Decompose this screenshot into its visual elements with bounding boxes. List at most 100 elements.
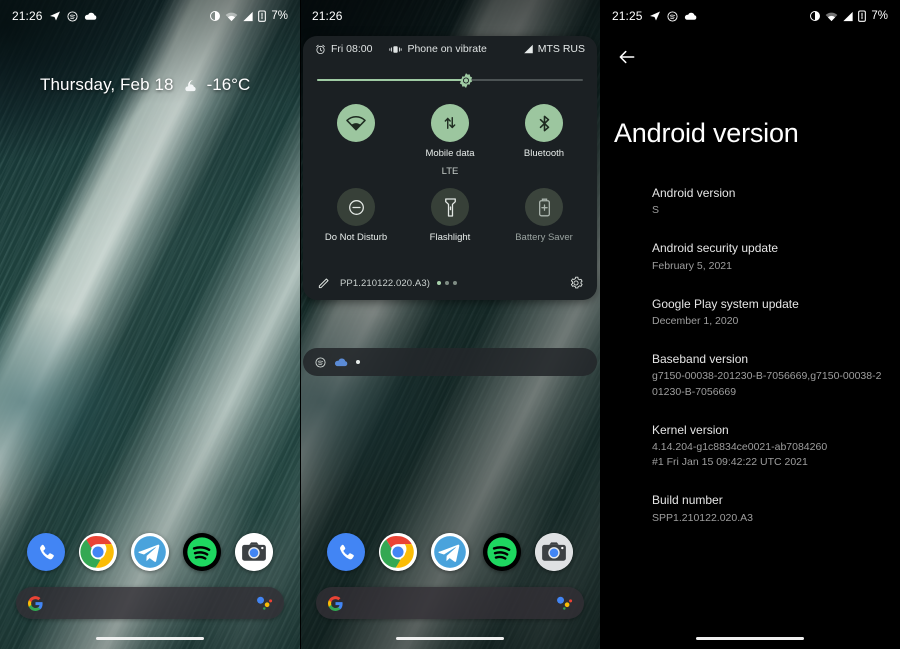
nav-gesture-handle[interactable] bbox=[96, 637, 204, 640]
row-title: Kernel version bbox=[652, 422, 729, 437]
dock-icon-phone[interactable] bbox=[27, 533, 65, 571]
notification-overflow-dot bbox=[356, 360, 360, 364]
tile-flashlight[interactable]: Flashlight bbox=[403, 188, 497, 266]
status-bar-home: 21:26 7% bbox=[0, 0, 300, 32]
vibrate-icon bbox=[389, 44, 403, 55]
google-assistant-icon[interactable] bbox=[255, 595, 273, 611]
google-search-bar[interactable] bbox=[316, 587, 584, 619]
page-dot[interactable] bbox=[445, 281, 450, 285]
row-title: Android security update bbox=[652, 241, 779, 256]
row-title: Google Play system update bbox=[652, 296, 799, 311]
status-bar-left: 21:25 bbox=[612, 9, 697, 23]
status-bar-right: 7% bbox=[809, 10, 888, 22]
list-item[interactable]: Baseband version g7150-00038-201230-B-70… bbox=[652, 351, 886, 400]
brightness-icon[interactable] bbox=[457, 72, 474, 89]
tile-mobile-data-circle[interactable] bbox=[431, 104, 469, 142]
signal-icon bbox=[242, 11, 254, 22]
alarm-icon bbox=[315, 44, 326, 55]
do-not-disturb-icon bbox=[209, 10, 221, 22]
tile-mobile-data[interactable]: Mobile data LTE bbox=[403, 104, 497, 182]
status-bar-settings: 21:25 7% bbox=[600, 0, 900, 32]
list-item[interactable]: Android security update February 5, 2021 bbox=[652, 240, 886, 273]
brightness-fill bbox=[317, 79, 466, 81]
dock-icon-telegram[interactable] bbox=[431, 533, 469, 571]
tile-do-not-disturb-circle[interactable] bbox=[337, 188, 375, 226]
dock-icon-telegram[interactable] bbox=[131, 533, 169, 571]
alarm-text: Fri 08:00 bbox=[331, 43, 373, 55]
gear-icon[interactable] bbox=[569, 276, 583, 290]
row-title: Build number bbox=[652, 493, 723, 508]
android-version-list: Android version S Android security updat… bbox=[652, 185, 886, 548]
shade-header: Fri 08:00 Phone on vibrate MTS RUS bbox=[303, 36, 597, 62]
tile-bluetooth[interactable]: Bluetooth bbox=[497, 104, 591, 182]
tile-do-not-disturb[interactable]: Do Not Disturb bbox=[309, 188, 403, 266]
dock-icon-spotify[interactable] bbox=[483, 533, 521, 571]
vibrate-battery-icon bbox=[858, 10, 867, 22]
dock-icon-spotify[interactable] bbox=[183, 533, 221, 571]
google-search-bar[interactable] bbox=[16, 587, 284, 619]
status-bar-left: 21:26 bbox=[12, 9, 97, 23]
tile-mobile-data-sub: LTE bbox=[441, 165, 459, 177]
dock-icon-camera[interactable] bbox=[235, 533, 273, 571]
quick-settings-shade: Fri 08:00 Phone on vibrate MTS RUS Mobil… bbox=[303, 36, 597, 300]
shade-header-right: MTS RUS bbox=[523, 43, 585, 55]
bluetooth-icon bbox=[539, 115, 549, 131]
wifi-icon bbox=[825, 11, 838, 22]
list-item[interactable]: Android version S bbox=[652, 185, 886, 218]
page-dot[interactable] bbox=[437, 281, 442, 285]
status-bar-quick-settings: 21:26 bbox=[300, 0, 600, 32]
cloud-icon bbox=[84, 11, 97, 21]
wifi-icon bbox=[346, 116, 366, 131]
do-not-disturb-icon bbox=[348, 199, 364, 215]
dock-icon-phone[interactable] bbox=[327, 533, 365, 571]
panel-divider-1 bbox=[300, 0, 301, 649]
dock-icon-camera[interactable] bbox=[535, 533, 573, 571]
tile-flashlight-circle[interactable] bbox=[431, 188, 469, 226]
home-temperature-text: -16°C bbox=[206, 75, 251, 94]
panel-android-version: 21:25 7% Android version Android version… bbox=[600, 0, 900, 649]
pencil-icon[interactable] bbox=[317, 276, 331, 290]
status-bar-clock: 21:26 bbox=[12, 9, 43, 23]
tile-bluetooth-circle[interactable] bbox=[525, 104, 563, 142]
ringer-text: Phone on vibrate bbox=[407, 43, 487, 55]
settings-screen: 21:25 7% Android version Android version… bbox=[600, 0, 900, 649]
panel-divider-2 bbox=[600, 0, 601, 649]
quick-settings-tiles: Mobile data LTE Bluetooth Do Not Disturb bbox=[303, 92, 597, 266]
list-item[interactable]: Google Play system update December 1, 20… bbox=[652, 296, 886, 329]
notification-strip[interactable] bbox=[303, 348, 597, 376]
list-item[interactable]: Build number SPP1.210122.020.A3 bbox=[652, 492, 886, 525]
google-g-icon bbox=[327, 595, 344, 612]
cloud-icon bbox=[684, 11, 697, 21]
tile-battery-saver-circle[interactable] bbox=[525, 188, 563, 226]
row-title: Android version bbox=[652, 186, 736, 200]
mobile-data-icon bbox=[444, 117, 456, 129]
google-assistant-icon[interactable] bbox=[555, 595, 573, 611]
panel-quick-settings: 21:26 Fri 08:00 Phone on vibrate MTS RUS… bbox=[300, 0, 600, 649]
list-item[interactable]: Kernel version 4.14.204-g1c8834ce0021-ab… bbox=[652, 422, 886, 471]
back-arrow-icon[interactable] bbox=[614, 44, 640, 70]
nav-gesture-handle[interactable] bbox=[696, 637, 804, 640]
tile-wifi[interactable] bbox=[309, 104, 403, 182]
page-dot[interactable] bbox=[453, 281, 458, 285]
telegram-icon bbox=[49, 10, 61, 22]
nav-gesture-handle[interactable] bbox=[396, 637, 504, 640]
screenshot-collage: 21:26 7% Thursday, Feb 18 -16°C 21:26 Fr… bbox=[0, 0, 900, 649]
build-label: PP1.210122.020.A3) bbox=[340, 277, 431, 289]
shade-header-left: Fri 08:00 Phone on vibrate bbox=[315, 43, 487, 55]
dock-icon-chrome[interactable] bbox=[379, 533, 417, 571]
home-date-weather-widget[interactable]: Thursday, Feb 18 -16°C bbox=[40, 75, 250, 95]
tile-battery-saver[interactable]: Battery Saver bbox=[497, 188, 591, 266]
tile-wifi-circle[interactable] bbox=[337, 104, 375, 142]
dock-icon-chrome[interactable] bbox=[79, 533, 117, 571]
battery-percent: 7% bbox=[271, 10, 288, 22]
carrier-text: MTS RUS bbox=[537, 43, 585, 55]
row-value: S bbox=[652, 204, 660, 217]
row-value: February 5, 2021 bbox=[652, 259, 732, 272]
page-title: Android version bbox=[614, 118, 799, 148]
telegram-icon bbox=[649, 10, 661, 22]
wifi-icon bbox=[225, 11, 238, 22]
spotify-icon bbox=[315, 356, 326, 368]
brightness-slider[interactable] bbox=[317, 72, 583, 88]
battery-saver-icon bbox=[538, 198, 550, 216]
page-indicator-dots bbox=[437, 281, 458, 285]
